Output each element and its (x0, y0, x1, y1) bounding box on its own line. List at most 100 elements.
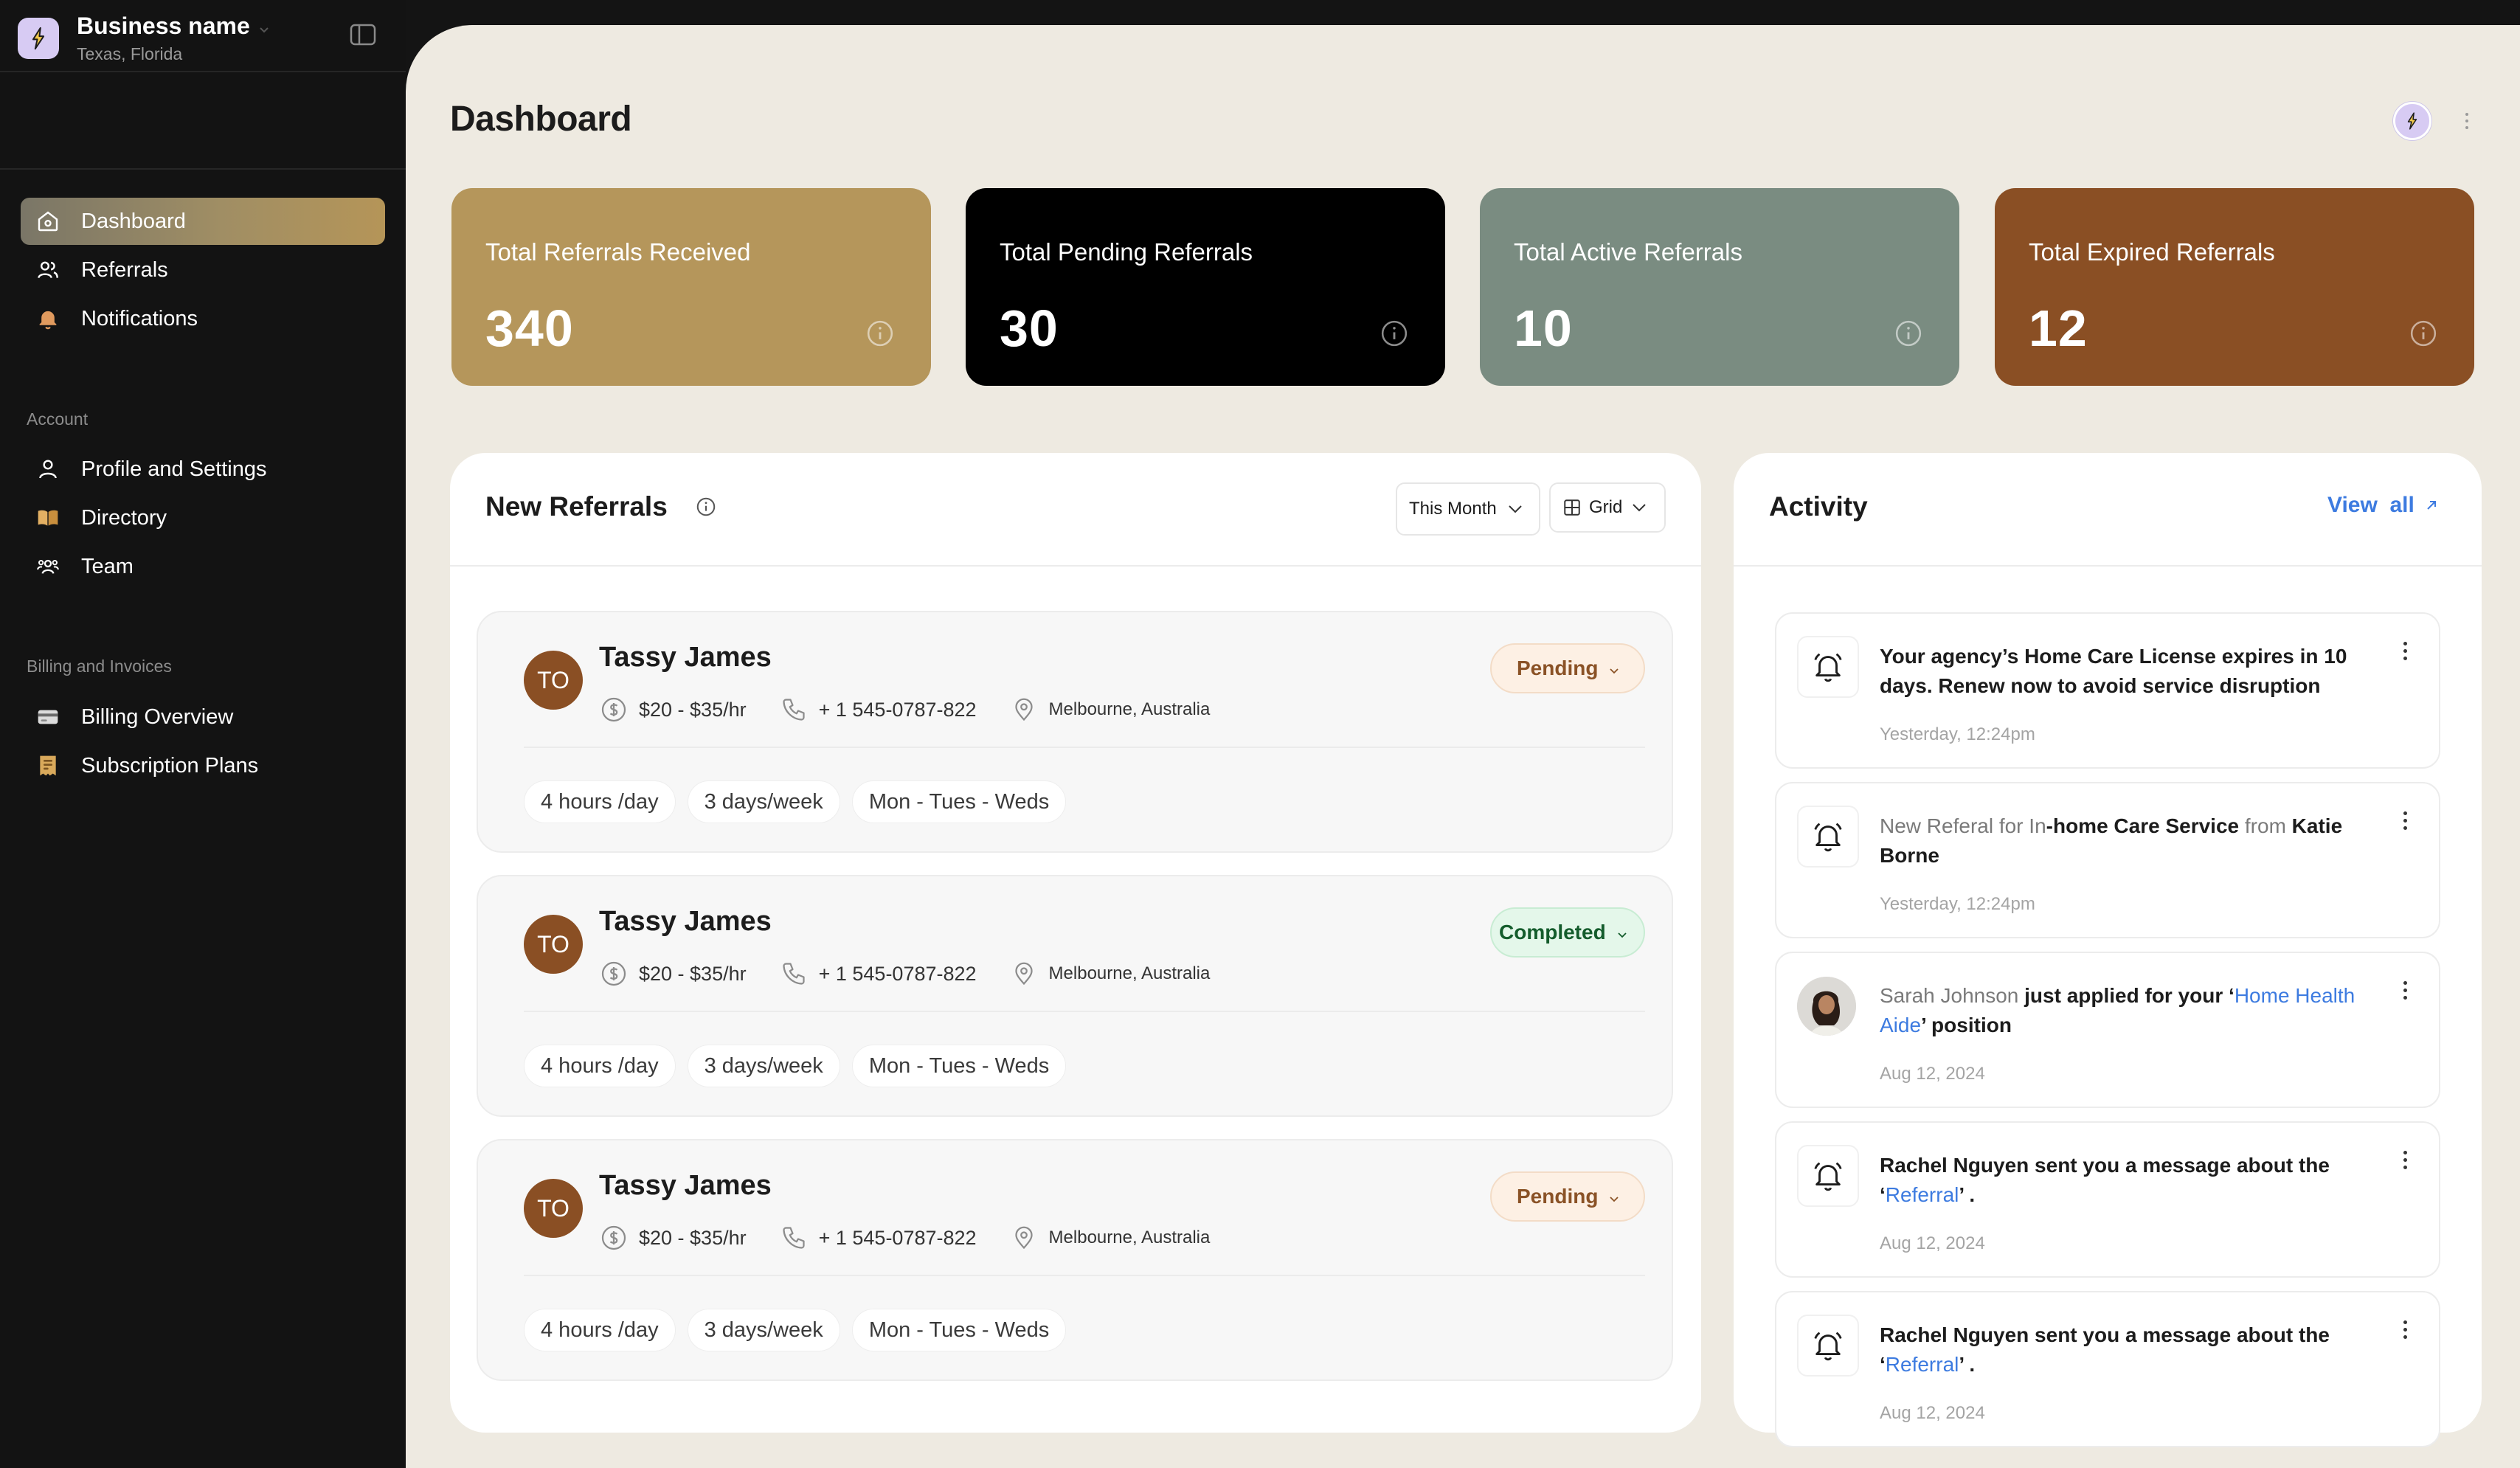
card-icon (35, 704, 60, 730)
activity-text: New Referal for In-home Care Service fro… (1880, 814, 2343, 867)
sidebar: Business name Texas, Florida Dashboard R… (0, 0, 406, 1468)
sidebar-divider (0, 71, 406, 72)
sidebar-section-account: Account (27, 409, 89, 429)
sidebar-collapse-icon[interactable] (350, 24, 378, 46)
users-icon (35, 257, 60, 283)
sidebar-item-profile-settings[interactable]: Profile and Settings (21, 446, 385, 493)
referral-card[interactable]: TO Tassy James $20 - $35/hr + 1 545-0787… (477, 875, 1673, 1117)
activity-link[interactable]: Referral (1886, 1183, 1959, 1206)
referral-phone: + 1 545-0787-822 (818, 962, 977, 985)
avatar: TO (524, 1179, 583, 1238)
schedule-tag: 4 hours /day (524, 1045, 676, 1087)
phone-icon (779, 959, 809, 989)
new-referrals-panel: New Referrals This Month Grid TO Tassy J… (450, 453, 1701, 1433)
more-options-icon[interactable] (2398, 811, 2412, 838)
referral-phone: + 1 545-0787-822 (818, 698, 977, 721)
activity-link[interactable]: Referral (1886, 1353, 1959, 1376)
info-icon[interactable] (1380, 319, 1408, 347)
stat-value: 12 (2029, 300, 2088, 357)
sidebar-item-label: Profile and Settings (81, 457, 267, 481)
more-options-icon[interactable] (2398, 981, 2412, 1008)
referral-name: Tassy James (599, 906, 772, 937)
grid-icon (1562, 498, 1582, 517)
date-filter-dropdown[interactable]: This Month (1396, 482, 1540, 536)
more-options-icon[interactable] (2398, 1320, 2412, 1347)
info-icon[interactable] (2409, 319, 2437, 347)
referral-card[interactable]: TO Tassy James $20 - $35/hr + 1 545-0787… (477, 1139, 1673, 1381)
business-info: Business name Texas, Florida (77, 13, 269, 64)
schedule-tag: 3 days/week (687, 1309, 840, 1351)
schedule-tag: 4 hours /day (524, 780, 676, 823)
referral-tags: 4 hours /day 3 days/week Mon - Tues - We… (524, 1045, 1067, 1087)
location-pin-icon (1009, 1223, 1039, 1253)
stat-card-active-referrals: Total Active Referrals 10 (1480, 188, 1959, 386)
info-icon[interactable] (695, 496, 717, 518)
referral-tags: 4 hours /day 3 days/week Mon - Tues - We… (524, 1309, 1067, 1351)
bell-icon (1797, 1145, 1859, 1207)
book-icon (35, 505, 60, 530)
card-divider (524, 747, 1645, 748)
panel-divider (450, 565, 1701, 567)
sidebar-item-label: Notifications (81, 306, 198, 330)
sidebar-item-team[interactable]: Team (21, 543, 385, 590)
new-referrals-title: New Referrals (485, 491, 668, 522)
sidebar-item-notifications[interactable]: Notifications (21, 295, 385, 342)
status-badge[interactable]: Pending (1490, 1171, 1645, 1222)
activity-time: Aug 12, 2024 (1880, 1233, 1985, 1253)
page-title: Dashboard (450, 100, 632, 139)
stat-card-referrals-received: Total Referrals Received 340 (451, 188, 931, 386)
sidebar-section-billing: Billing and Invoices (27, 657, 172, 676)
stat-label: Total Pending Referrals (1000, 238, 1253, 266)
schedule-tag: 3 days/week (687, 1045, 840, 1087)
activity-time: Yesterday, 12:24pm (1880, 894, 2035, 914)
stat-value: 10 (1514, 300, 1573, 357)
avatar: TO (524, 915, 583, 974)
avatar (1797, 977, 1856, 1036)
activity-text: Rachel Nguyen sent you a message about t… (1880, 1323, 2330, 1376)
view-mode-dropdown[interactable]: Grid (1549, 482, 1666, 533)
referral-card[interactable]: TO Tassy James $20 - $35/hr + 1 545-0787… (477, 611, 1673, 853)
stat-label: Total Active Referrals (1514, 238, 1742, 266)
activity-item[interactable]: Rachel Nguyen sent you a message about t… (1775, 1121, 2440, 1278)
sidebar-item-dashboard[interactable]: Dashboard (21, 198, 385, 245)
status-badge[interactable]: Completed (1490, 907, 1645, 958)
sidebar-item-directory[interactable]: Directory (21, 494, 385, 541)
sidebar-item-referrals[interactable]: Referrals (21, 246, 385, 294)
sidebar-divider (0, 168, 406, 170)
activity-item[interactable]: Your agency’s Home Care License expires … (1775, 612, 2440, 769)
activity-time: Yesterday, 12:24pm (1880, 724, 2035, 744)
phone-icon (779, 1223, 809, 1253)
activity-item[interactable]: Rachel Nguyen sent you a message about t… (1775, 1291, 2440, 1447)
more-options-icon[interactable] (2398, 1151, 2412, 1177)
view-all-link[interactable]: View all (2327, 493, 2438, 518)
sidebar-item-subscription-plans[interactable]: Subscription Plans (21, 742, 385, 789)
bell-icon (1797, 806, 1859, 868)
sidebar-item-label: Directory (81, 505, 167, 530)
sidebar-item-billing-overview[interactable]: Billing Overview (21, 693, 385, 741)
more-options-icon[interactable] (2460, 106, 2474, 136)
sidebar-item-label: Subscription Plans (81, 753, 259, 778)
avatar[interactable] (2393, 102, 2431, 140)
referral-tags: 4 hours /day 3 days/week Mon - Tues - We… (524, 780, 1067, 823)
stat-card-expired-referrals: Total Expired Referrals 12 (1995, 188, 2474, 386)
activity-item[interactable]: New Referal for In-home Care Service fro… (1775, 782, 2440, 938)
status-badge[interactable]: Pending (1490, 643, 1645, 693)
business-location: Texas, Florida (77, 44, 183, 63)
activity-text: Rachel Nguyen sent you a message about t… (1880, 1154, 2330, 1206)
info-icon[interactable] (866, 319, 894, 347)
arrow-up-right-icon (2425, 499, 2438, 512)
referral-location: Melbourne, Australia (1048, 963, 1211, 983)
stat-card-pending-referrals: Total Pending Referrals 30 (966, 188, 1445, 386)
more-options-icon[interactable] (2398, 642, 2412, 668)
schedule-tag: 3 days/week (687, 780, 840, 823)
phone-icon (779, 695, 809, 724)
user-icon (35, 457, 60, 482)
business-switcher[interactable]: Business name Texas, Florida (18, 7, 401, 69)
business-logo-icon (18, 18, 59, 59)
home-icon (35, 209, 60, 234)
business-name: Business name (77, 13, 250, 39)
schedule-tag: Mon - Tues - Weds (851, 1045, 1067, 1087)
activity-item[interactable]: Sarah Johnson just applied for your ‘Hom… (1775, 952, 2440, 1108)
referral-phone: + 1 545-0787-822 (818, 1226, 977, 1249)
info-icon[interactable] (1894, 319, 1922, 347)
